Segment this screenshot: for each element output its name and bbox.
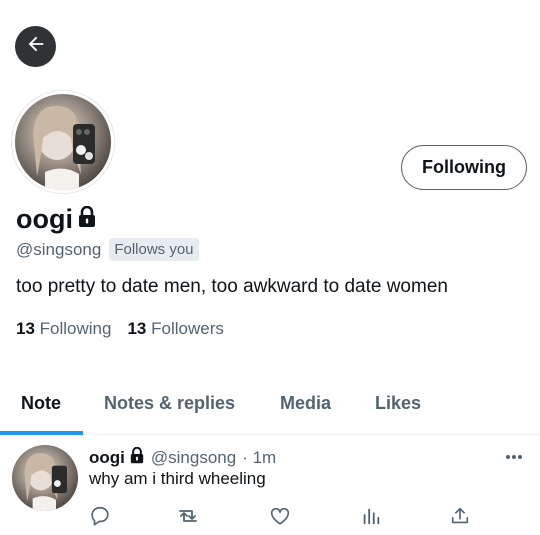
back-button[interactable]: [15, 26, 56, 67]
following-stat[interactable]: 13 Following: [16, 319, 111, 339]
lock-icon: [129, 446, 145, 469]
followers-stat[interactable]: 13 Followers: [127, 319, 223, 339]
followers-count: 13: [127, 319, 147, 338]
tweet-avatar[interactable]: [12, 445, 78, 511]
follows-you-badge: Follows you: [109, 238, 199, 261]
handle: @singsong: [16, 239, 102, 259]
tab-note[interactable]: Note: [21, 380, 61, 435]
active-tab-indicator: [0, 431, 83, 435]
tweet-author-name: oogi: [89, 448, 125, 467]
more-icon[interactable]: [505, 447, 523, 465]
tweet-header: oogi @singsong · 1m: [89, 446, 277, 469]
profile-stats: 13 Following 13 Followers: [16, 319, 224, 339]
retweet-icon[interactable]: [176, 505, 200, 527]
tweet-text: why am i third wheeling: [89, 469, 266, 488]
tweet-handle: @singsong: [150, 448, 237, 467]
handle-row: @singsong Follows you: [16, 238, 199, 261]
following-label: Following: [39, 319, 112, 338]
tab-likes[interactable]: Likes: [375, 380, 421, 435]
back-arrow-icon: [25, 33, 47, 60]
tweet-time: · 1m: [242, 448, 277, 467]
following-count: 13: [16, 319, 35, 338]
profile-avatar[interactable]: [12, 91, 114, 193]
display-name-text: oogi: [16, 204, 73, 234]
reply-icon[interactable]: [89, 505, 111, 527]
bio: too pretty to date men, too awkward to d…: [16, 276, 448, 297]
share-icon[interactable]: [449, 505, 471, 527]
like-icon[interactable]: [269, 505, 291, 527]
views-icon[interactable]: [360, 505, 382, 527]
following-button[interactable]: Following: [401, 145, 527, 190]
display-name: oogi: [16, 204, 97, 235]
profile-tabs: Note Notes & replies Media Likes: [0, 380, 540, 435]
tab-media[interactable]: Media: [280, 380, 331, 435]
tab-notes-replies[interactable]: Notes & replies: [104, 380, 235, 435]
tweet-author[interactable]: oogi: [89, 446, 145, 469]
lock-icon: [77, 204, 97, 235]
followers-label: Followers: [151, 319, 224, 338]
